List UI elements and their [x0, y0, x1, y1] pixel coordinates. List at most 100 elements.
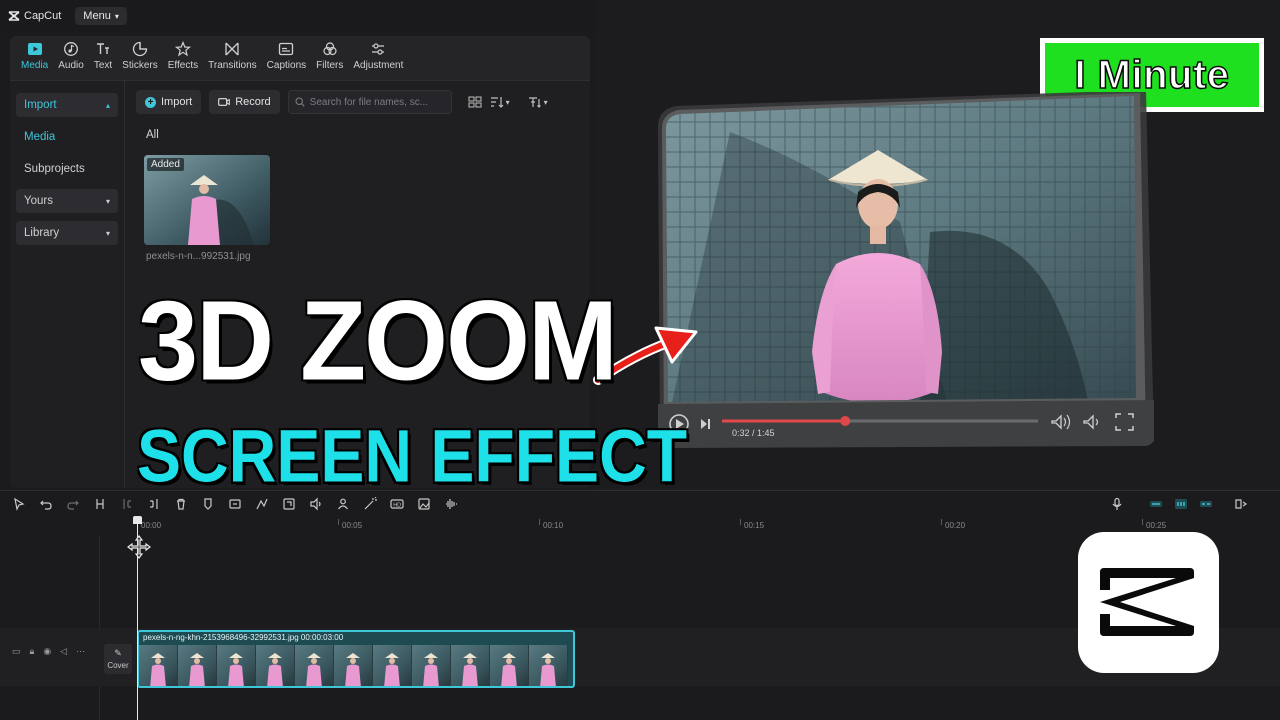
tool-tabs: Media Audio Text Stickers Effects Transi… [10, 36, 590, 76]
person-cutout-icon[interactable] [336, 497, 350, 511]
audio-wave-icon[interactable] [444, 497, 458, 511]
tab-filters-label: Filters [316, 60, 344, 71]
thumbnail-title-line-1: 3D ZOOM [138, 276, 618, 404]
redo-icon[interactable] [66, 497, 80, 511]
filters-icon [323, 42, 337, 56]
split-icon[interactable] [93, 497, 107, 511]
hd-icon[interactable]: HD [390, 497, 404, 511]
split-left-icon[interactable] [120, 497, 134, 511]
captions-icon [279, 42, 294, 56]
filter-button[interactable]: ▾ [528, 96, 548, 108]
speaker-icon[interactable]: ◁ [60, 646, 67, 657]
thumbnail-filename: pexels-n-n...992531.jpg [146, 251, 251, 262]
tab-captions-label: Captions [266, 60, 307, 71]
tab-filters[interactable]: Filters [311, 36, 348, 76]
clip-frame [217, 645, 256, 686]
sidebar-item-subprojects[interactable]: Subprojects [16, 157, 118, 181]
cover-button[interactable]: ✎ Cover [104, 644, 132, 674]
ruler-tick-label: 00:10 [543, 521, 564, 530]
playhead-handle[interactable] [133, 516, 142, 524]
clip-frame [295, 645, 334, 686]
tab-stickers[interactable]: Stickers [117, 36, 163, 76]
clip-frame [529, 645, 568, 686]
app-logo: CapCut [8, 10, 61, 22]
tab-stickers-label: Stickers [122, 60, 158, 71]
camera-icon [218, 98, 230, 106]
media-adjust-icon[interactable] [282, 497, 296, 511]
select-tool-icon[interactable] [12, 497, 26, 511]
media-filter-all[interactable]: All [146, 129, 159, 141]
transitions-icon [225, 42, 240, 56]
sidebar-item-import[interactable]: Import ▴ [16, 93, 118, 117]
record-label: Record [235, 96, 271, 108]
marker-icon[interactable] [201, 497, 215, 511]
ruler-tick-label: 00:15 [744, 521, 765, 530]
link-clips-icon[interactable] [1149, 497, 1163, 511]
sidebar-item-label: Import [24, 99, 57, 111]
capcut-brand-logo [1078, 532, 1219, 673]
media-icon [27, 43, 42, 55]
media-thumbnail[interactable]: Added [144, 155, 270, 245]
video-player-screen: 0:32 / 1:45 [658, 92, 1154, 448]
sidebar: Import ▴ Media Subprojects Yours ▾ Libra… [16, 93, 118, 253]
audio-extract-icon[interactable] [309, 497, 323, 511]
track-toggle-icon[interactable]: ▭ [12, 646, 21, 657]
sidebar-divider [124, 81, 125, 488]
adjustment-icon [372, 43, 385, 55]
import-button[interactable]: + Import [136, 90, 202, 114]
ruler-tick-label: 00:00 [141, 521, 162, 530]
search-input[interactable]: Search for file names, sc... [287, 90, 452, 114]
chevron-down-icon: ▾ [505, 97, 510, 107]
video-clip[interactable]: pexels-n-ng-khn-2153968496-32992531.jpg … [137, 630, 575, 688]
image-edit-icon[interactable] [417, 497, 431, 511]
sidebar-item-label: Media [24, 131, 56, 143]
sidebar-item-media[interactable]: Media [16, 125, 118, 149]
tab-text[interactable]: Text [89, 36, 117, 76]
magic-wand-icon[interactable] [363, 497, 377, 511]
microphone-icon[interactable] [1110, 497, 1124, 511]
clip-frame [451, 645, 490, 686]
sidebar-item-library[interactable]: Library ▾ [16, 221, 118, 245]
snap-icon[interactable] [1199, 497, 1213, 511]
video-frame [666, 96, 1136, 402]
timeline-ruler[interactable]: 00:00 00:05 00:10 00:15 00:20 00:25 [137, 519, 1280, 533]
loop-icon[interactable] [228, 497, 242, 511]
grid-icon [468, 96, 482, 108]
tab-transitions[interactable]: Transitions [203, 36, 262, 76]
more-icon[interactable]: ⋯ [76, 646, 85, 657]
svg-text:HD: HD [393, 503, 401, 509]
tab-text-label: Text [93, 60, 113, 71]
main-track-magnet-icon[interactable] [1174, 497, 1188, 511]
progress-knob[interactable] [840, 416, 851, 426]
clip-frame [178, 645, 217, 686]
delete-icon[interactable] [174, 497, 188, 511]
menu-label: Menu [83, 10, 111, 22]
undo-icon[interactable] [39, 497, 53, 511]
capcut-logo-icon [8, 11, 20, 21]
stickers-icon [132, 41, 148, 57]
split-right-icon[interactable] [147, 497, 161, 511]
sidebar-item-yours[interactable]: Yours ▾ [16, 189, 118, 213]
eye-icon[interactable]: ◉ [43, 646, 51, 657]
tab-effects-label: Effects [167, 60, 199, 71]
tab-adjustment-label: Adjustment [353, 60, 404, 71]
tab-effects[interactable]: Effects [163, 36, 203, 76]
lock-icon[interactable]: 🔒︎ [30, 646, 35, 657]
tab-audio[interactable]: Audio [53, 36, 89, 76]
ruler-tick-label: 00:05 [342, 521, 363, 530]
tab-media[interactable]: Media [16, 36, 53, 76]
tab-audio-label: Audio [58, 60, 84, 71]
cover-label: Cover [107, 661, 129, 670]
menu-button[interactable]: Menu ▾ [75, 7, 127, 25]
tab-captions[interactable]: Captions [262, 36, 311, 76]
filter-icon [528, 97, 541, 108]
app-name: CapCut [24, 10, 62, 22]
sort-button[interactable]: ▾ [490, 96, 510, 108]
auto-adjust-icon[interactable] [255, 497, 269, 511]
tab-adjustment[interactable]: Adjustment [348, 36, 408, 76]
sidebar-item-label: Subprojects [24, 163, 85, 175]
sort-icon [490, 97, 504, 108]
record-button[interactable]: Record [209, 90, 280, 114]
grid-view-button[interactable] [468, 96, 482, 108]
zoom-fit-icon[interactable] [1234, 497, 1248, 511]
